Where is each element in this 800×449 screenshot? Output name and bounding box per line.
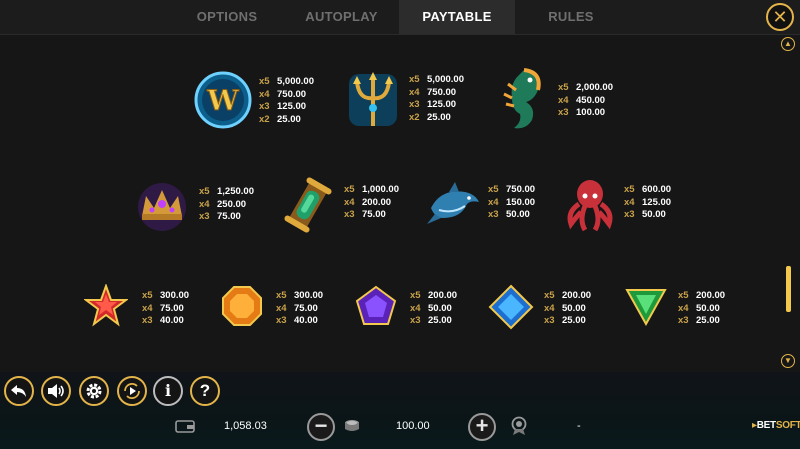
red-star-gem-icon: [84, 284, 128, 327]
info-button[interactable]: i: [153, 376, 183, 406]
bet-decrease-button[interactable]: −: [307, 413, 335, 441]
balance-value: 1,058.03: [224, 420, 267, 432]
tab-options[interactable]: OPTIONS: [168, 0, 286, 34]
scroll-down-button[interactable]: ▼: [781, 354, 795, 368]
octopus-symbol-icon: [567, 180, 613, 232]
betsoft-logo: ▸BETSOFT: [752, 420, 800, 431]
purple-pentagon-gem-icon: [355, 285, 397, 325]
bet-value: 100.00: [396, 420, 430, 432]
trident-symbol-icon: [349, 72, 397, 126]
dolphin-symbol-icon: [427, 182, 479, 224]
close-icon: ✕: [772, 7, 788, 27]
tab-rules[interactable]: RULES: [515, 0, 627, 34]
back-arrow-icon: [11, 385, 26, 397]
autoplay-button[interactable]: [117, 376, 147, 406]
tab-paytable[interactable]: PAYTABLE: [399, 0, 515, 34]
sound-button[interactable]: [41, 376, 71, 406]
chevron-up-icon: ▲: [784, 39, 792, 48]
coins-icon: [345, 420, 359, 431]
back-button[interactable]: [4, 376, 34, 406]
speaker-icon: [48, 384, 64, 398]
autoplay-icon: [124, 383, 140, 399]
bet-increase-button[interactable]: +: [468, 413, 496, 441]
scroll-symbol-icon: [284, 177, 332, 233]
close-button[interactable]: ✕: [766, 3, 794, 31]
tab-bar: OPTIONS AUTOPLAY PAYTABLE RULES: [0, 0, 800, 35]
help-button[interactable]: ?: [190, 376, 220, 406]
seahorse-symbol-icon: [503, 68, 541, 129]
tab-autoplay[interactable]: AUTOPLAY: [284, 0, 399, 34]
scroll-thumb[interactable]: [786, 266, 791, 312]
scroll-up-button[interactable]: ▲: [781, 37, 795, 51]
settings-button[interactable]: [79, 376, 109, 406]
wild-w-symbol-icon: W: [194, 71, 252, 129]
wallet-icon: [175, 420, 195, 433]
crown-symbol-icon: [138, 183, 186, 231]
orange-octagon-gem-icon: [222, 286, 262, 326]
green-triangle-gem-icon: [625, 289, 667, 326]
svg-text:W: W: [206, 84, 239, 117]
chevron-down-icon: ▼: [784, 356, 792, 365]
gear-icon: [86, 383, 102, 399]
blue-diamond-gem-icon: [488, 284, 534, 330]
win-value: -: [577, 420, 581, 432]
medal-icon: [511, 416, 527, 435]
